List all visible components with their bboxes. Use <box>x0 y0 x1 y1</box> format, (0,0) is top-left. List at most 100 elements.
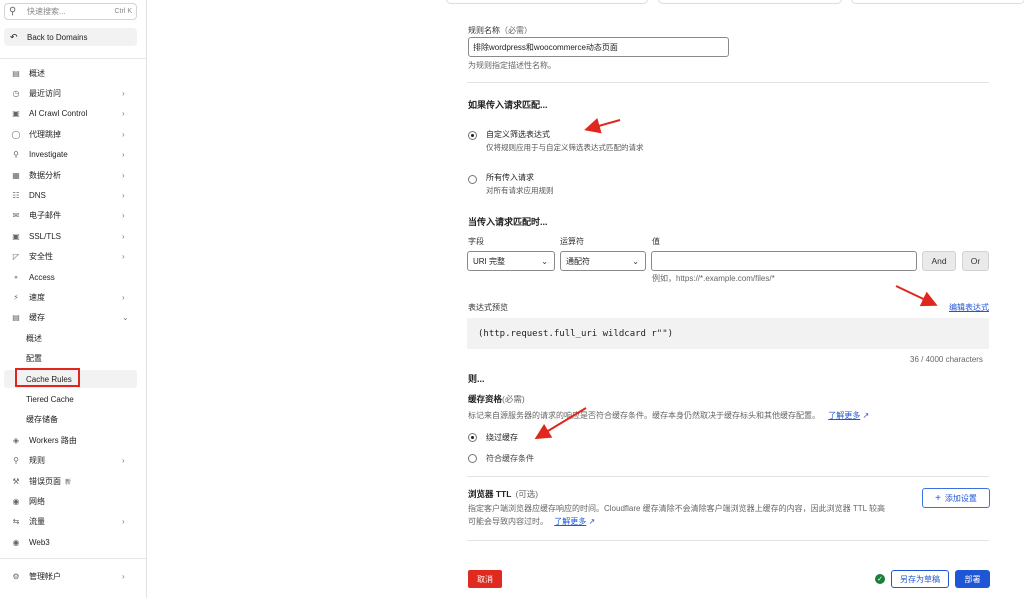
value-input[interactable] <box>651 251 917 271</box>
plus-icon: + <box>935 492 941 504</box>
chevron-down-icon: ⌄ <box>541 257 548 266</box>
sidebar-subitem[interactable]: 缓存储备 <box>4 411 137 429</box>
eligibility-title: 缓存资格(必需) <box>468 394 525 404</box>
sidebar-item[interactable]: ▣ SSL/TLS › <box>4 227 137 245</box>
search-input[interactable]: ⚲ 快速搜索... Ctrl K <box>4 3 137 20</box>
add-setting-button[interactable]: + 添加设置 <box>922 488 990 508</box>
chart-icon: ▦ <box>12 170 20 180</box>
radio-eligible-cache[interactable] <box>468 454 477 463</box>
sidebar-subitem-label: Tiered Cache <box>26 394 74 404</box>
sidebar-item-label: 代理跳掉 <box>29 129 61 139</box>
top-card-2 <box>658 0 842 4</box>
sidebar-item-label: DNS <box>29 190 46 200</box>
external-link-icon: ↗ <box>588 517 596 526</box>
sidebar-item[interactable]: ▣ AI Crawl Control › <box>4 105 137 123</box>
chevron-right-icon: › <box>122 517 125 527</box>
sidebar-item-label: Investigate <box>29 150 68 160</box>
magnifier-icon: ⚲ <box>13 150 19 160</box>
sidebar-item-label: Web3 <box>29 537 50 547</box>
sidebar-item[interactable]: ◉ 网络 <box>4 492 137 510</box>
search-shortcut: Ctrl K <box>114 8 133 15</box>
pin-icon: ◉ <box>12 496 20 506</box>
sidebar-divider-bottom <box>0 558 147 559</box>
new-badge: 新 <box>65 479 72 486</box>
sidebar-item-account[interactable]: ⚙ 管理帐户 › <box>4 567 137 585</box>
deploy-button[interactable]: 部署 <box>955 570 990 588</box>
sidebar-item[interactable]: ◉ Web3 <box>4 533 137 551</box>
or-button[interactable]: Or <box>962 251 989 271</box>
sidebar-item[interactable]: ⚲ 规则 › <box>4 452 137 470</box>
sidebar-subitem[interactable]: 配置 <box>4 350 137 368</box>
rule-name-input[interactable]: 排除wordpress和woocommerce动态页面 <box>468 37 729 57</box>
value-label: 值 <box>652 237 660 246</box>
app-root: ⚲ 快速搜索... Ctrl K ↶ Back to Domains ▤ 概述 ◷ 最… <box>0 0 1024 598</box>
sidebar-item-label: 流量 <box>29 517 45 527</box>
sidebar-item[interactable]: ▤ 缓存 ⌄ <box>4 309 137 327</box>
traffic-icon: ⇆ <box>12 517 20 527</box>
sidebar-item[interactable]: ☷ DNS › <box>4 186 137 204</box>
sidebar-item[interactable]: ▦ 数据分析 › <box>4 166 137 184</box>
cancel-button[interactable]: 取消 <box>468 570 502 588</box>
sidebar-item-label: 安全性 <box>29 252 53 262</box>
sidebar-subitem[interactable]: Tiered Cache <box>4 390 137 408</box>
sidebar-item-label: 电子邮件 <box>29 211 61 221</box>
edit-expression-link[interactable]: 编辑表达式 <box>949 302 989 313</box>
sidebar-item[interactable]: ⚡ 速度 › <box>4 288 137 306</box>
sidebar-item[interactable]: ⚒ 错误页面新 <box>4 472 137 490</box>
mail-icon: ✉ <box>12 211 20 221</box>
chevron-right-icon: › <box>122 456 125 466</box>
radio-bypass-cache[interactable] <box>468 433 477 442</box>
lock-icon: ▣ <box>12 231 20 241</box>
chevron-right-icon: › <box>122 170 125 180</box>
sidebar: ⚲ 快速搜索... Ctrl K ↶ Back to Domains ▤ 概述 ◷ 最… <box>0 0 147 598</box>
eligibility-desc: 标记来自源服务器的请求的响应是否符合缓存条件。缓存本身仍然取决于缓存标头和其他缓… <box>468 411 870 420</box>
sidebar-subitem[interactable]: 概述 <box>4 329 137 347</box>
annotation-highlight-box <box>15 368 80 387</box>
top-card-1 <box>446 0 648 4</box>
field-label: 字段 <box>468 237 484 246</box>
back-to-domains-button[interactable]: ↶ Back to Domains <box>4 28 137 46</box>
chevron-right-icon: › <box>122 292 125 302</box>
value-hint: 例如，https://*.example.com/files/* <box>652 274 775 283</box>
preview-label: 表达式预览 <box>468 303 508 312</box>
sidebar-item-label: SSL/TLS <box>29 231 62 241</box>
operator-select[interactable]: 通配符 ⌄ <box>560 251 646 271</box>
chevron-right-icon: › <box>122 211 125 221</box>
sidebar-item[interactable]: ▤ 概述 <box>4 64 137 82</box>
radio-eligible-title: 符合缓存条件 <box>486 454 534 463</box>
sidebar-item[interactable]: ✉ 电子邮件 › <box>4 207 137 225</box>
sidebar-item[interactable]: ◷ 最近访问 › <box>4 84 137 102</box>
sidebar-item[interactable]: ⚬ Access <box>4 268 137 286</box>
radio-all-requests[interactable] <box>468 175 477 184</box>
sidebar-item[interactable]: ◯ 代理跳掉 › <box>4 125 137 143</box>
divider <box>467 82 989 83</box>
external-link-icon: ↗ <box>862 411 870 420</box>
radio-custom-title: 自定义筛选表达式 <box>486 130 550 139</box>
radio-all-title: 所有传入请求 <box>486 173 534 182</box>
learn-more-link[interactable]: 了解更多 <box>828 411 860 420</box>
sidebar-item[interactable]: ⚲ Investigate › <box>4 146 137 164</box>
and-button[interactable]: And <box>922 251 956 271</box>
clock-icon: ◷ <box>12 88 20 98</box>
radio-custom-expression[interactable] <box>468 131 477 140</box>
search-placeholder: 快速搜索... <box>27 7 66 16</box>
radio-all-desc: 对所有请求应用规则 <box>486 186 554 195</box>
ttl-learn-more-link[interactable]: 了解更多 <box>554 517 586 526</box>
divider <box>467 540 989 541</box>
annotation-arrow <box>584 118 621 134</box>
sidebar-subitem-label: 配置 <box>26 354 42 364</box>
sidebar-item[interactable]: ◸ 安全性 › <box>4 248 137 266</box>
search-icon: ⚲ <box>9 6 17 17</box>
chevron-right-icon: › <box>122 252 125 262</box>
sidebar-item-label: 缓存 <box>29 313 45 323</box>
robot-icon: ▣ <box>12 109 20 119</box>
sidebar-item-label: 错误页面 <box>29 476 61 486</box>
save-draft-button[interactable]: 另存为草稿 <box>891 570 949 588</box>
sidebar-item[interactable]: ◈ Workers 路由 <box>4 431 137 449</box>
sidebar-item[interactable]: ⇆ 流量 › <box>4 513 137 531</box>
rules-icon: ⚲ <box>13 456 19 466</box>
field-select[interactable]: URI 完整 ⌄ <box>467 251 555 271</box>
add-setting-label: 添加设置 <box>944 493 977 503</box>
sidebar-item-label: 概述 <box>29 68 45 78</box>
lightning-icon: ⚡ <box>13 292 19 302</box>
